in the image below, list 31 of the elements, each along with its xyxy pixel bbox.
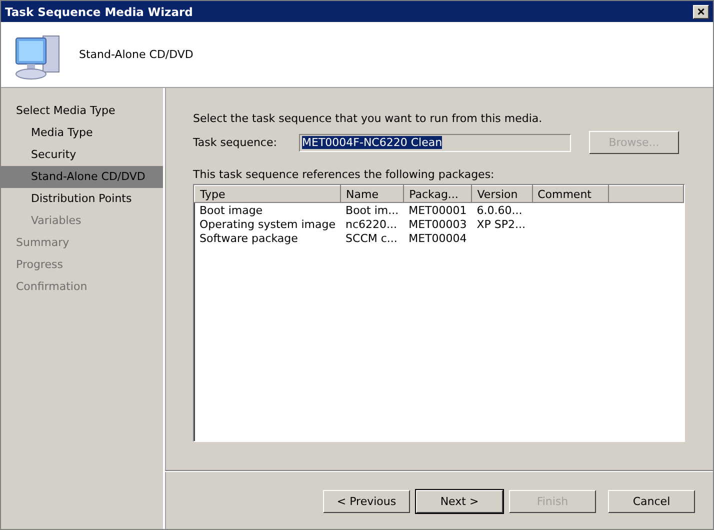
table-cell: Boot im... [340,202,404,217]
column-header[interactable]: Comment [532,186,608,202]
wizard-step[interactable]: Stand-Alone CD/DVD [1,166,163,188]
wizard-step[interactable]: Media Type [1,122,163,144]
table-cell-text: MET00004 [408,231,468,245]
wizard-step[interactable]: Select Media Type [1,100,163,122]
table-cell-text: nc6220... [344,217,398,231]
task-sequence-field[interactable]: MET0004F-NC6220 Clean [299,134,571,152]
column-header[interactable]: Version [472,186,532,202]
column-header[interactable]: Packag... [404,186,472,202]
table-cell-text: XP SP2... [476,217,527,231]
table-cell: MET00001 [404,202,472,217]
table-cell-text: Operating system image [198,217,337,231]
table-cell-text: Software package [198,231,299,245]
table-cell: Boot image [194,202,341,217]
wizard-button[interactable]: Next > [416,490,503,512]
window-title: Task Sequence Media Wizard [5,4,193,18]
list-label: This task sequence references the following packages: [193,168,496,181]
instruction-text: Select the task sequence that you want to run from this media. [193,112,544,125]
close-button[interactable]: × [693,4,709,18]
wizard-button[interactable]: < Previous [323,490,410,512]
wizard-step[interactable]: Security [1,144,163,166]
wizard-button[interactable]: Cancel [608,490,695,512]
header-title: Stand-Alone CD/DVD [79,48,194,61]
column-header[interactable]: Name [340,186,404,202]
field-label: Task sequence: [193,136,278,149]
table-cell-text: SCCM c... [344,231,398,245]
table-cell: 6.0.60... [472,202,532,217]
column-header[interactable]: Type [194,186,341,202]
table-cell-text: MET00003 [408,217,468,231]
wizard-step[interactable]: Distribution Points [1,188,163,210]
